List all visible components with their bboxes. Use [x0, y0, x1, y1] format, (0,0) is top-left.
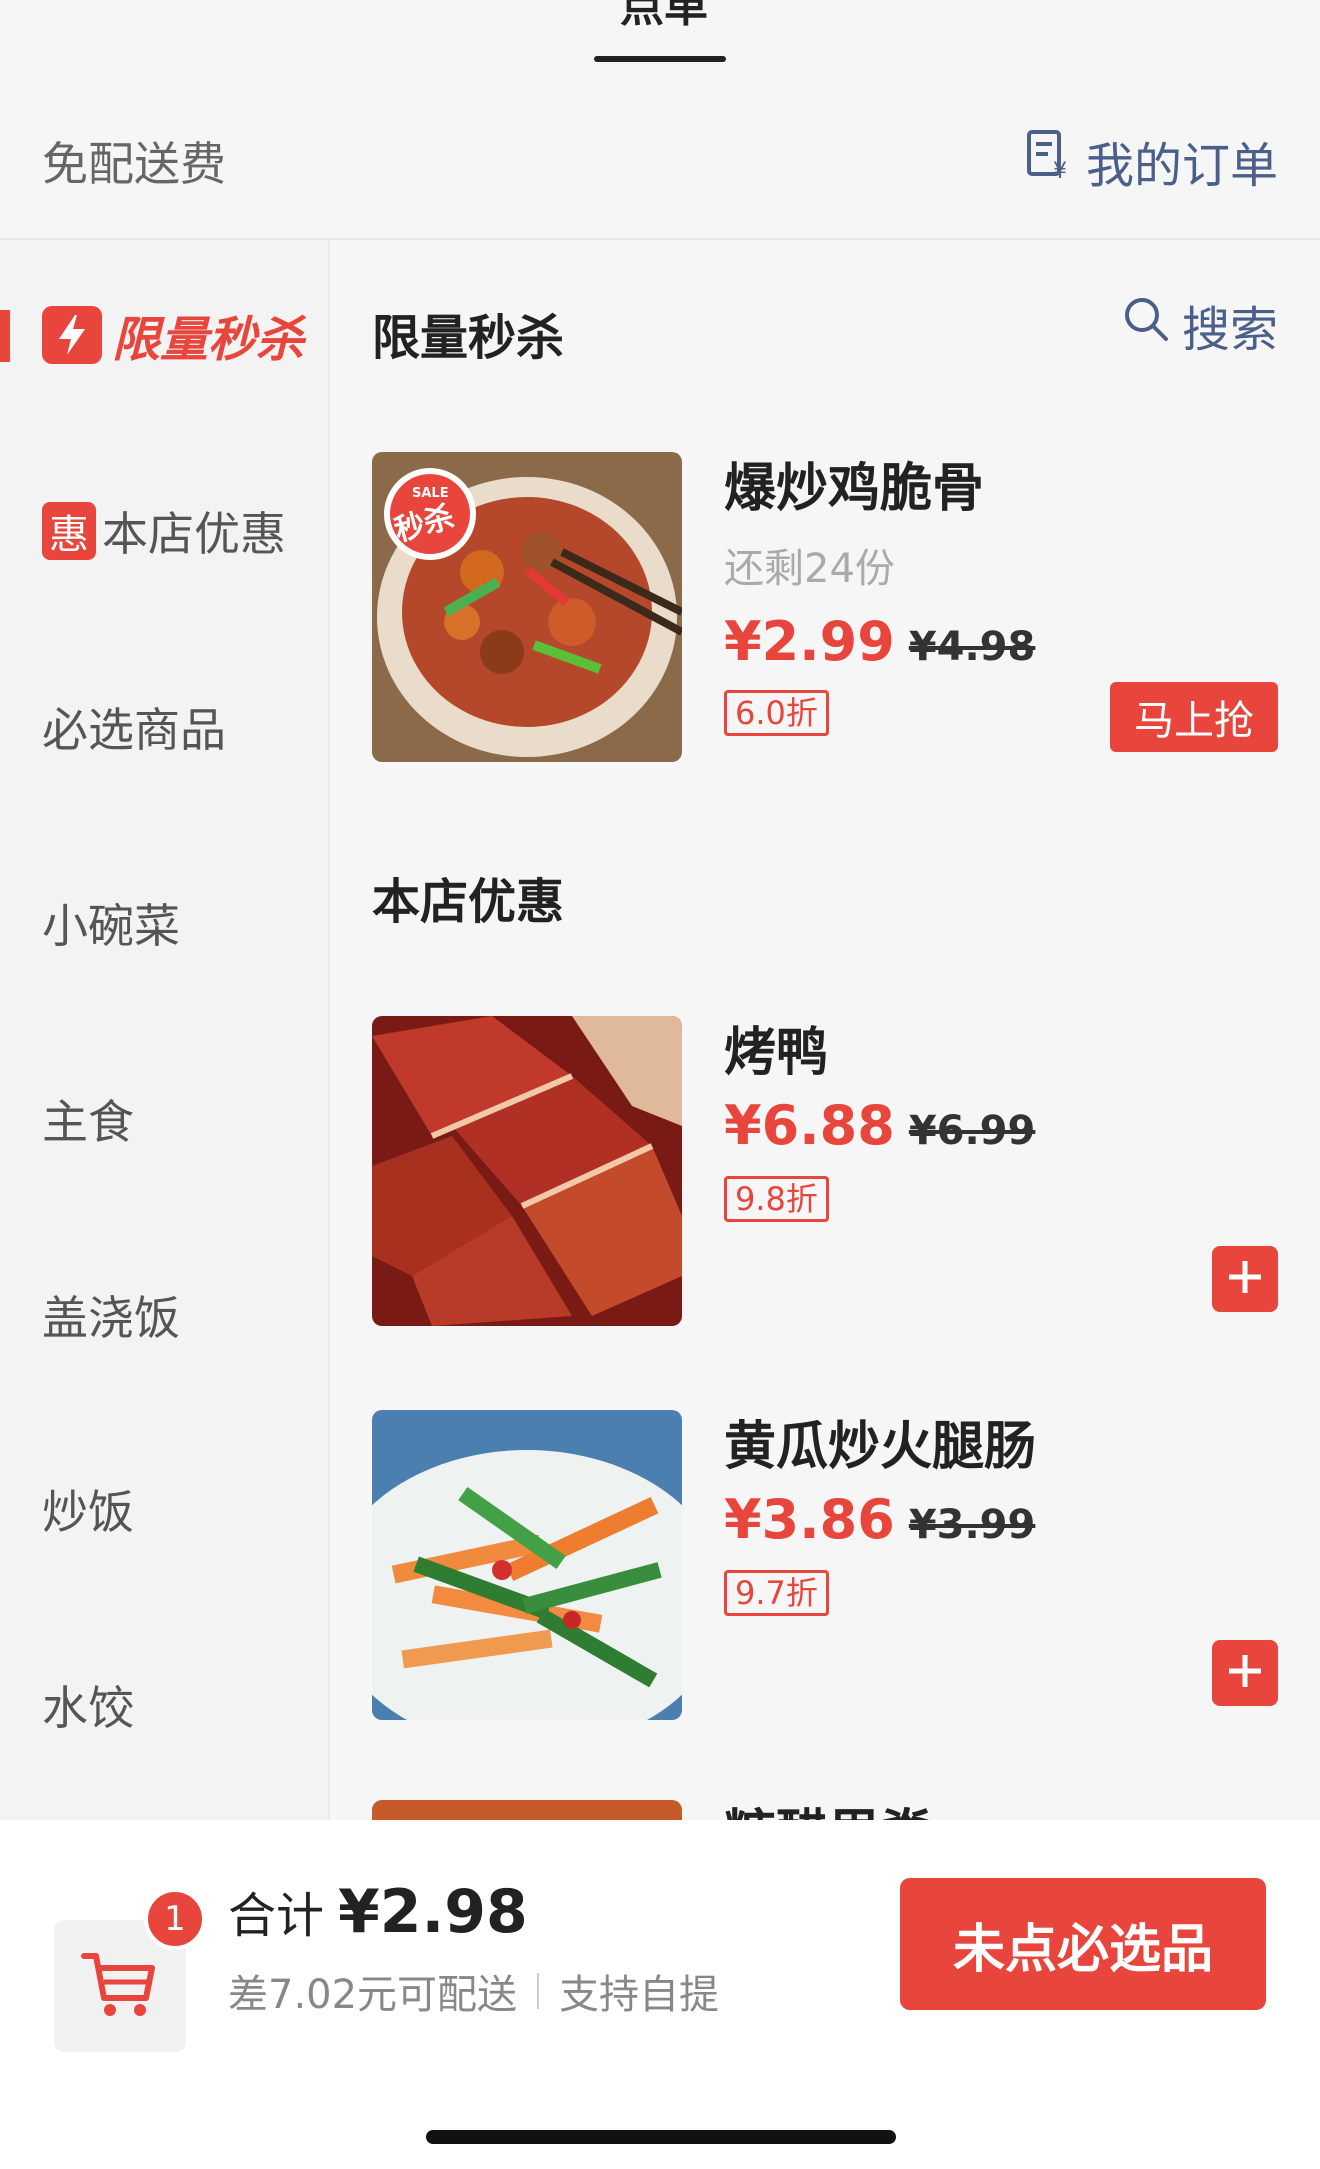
order-page: 点单 免配送费 ¥ 我的订单 限量秒杀 惠 本店优惠 必选商品 小碗菜 主食 盖…	[0, 0, 1320, 2169]
sidebar-item-label: 主食	[42, 1095, 134, 1149]
cart-bar: 1 合计 ¥2.98 差7.02元可配送 支持自提 未点必选品	[0, 1820, 1320, 2169]
lightning-icon	[42, 306, 102, 364]
product-image	[372, 1410, 682, 1720]
my-orders-link[interactable]: ¥ 我的订单	[1026, 126, 1278, 196]
stock-remaining: 还剩24份	[724, 546, 895, 592]
product-name-partial: 糖醋里脊	[724, 1792, 932, 1820]
cart-notes: 差7.02元可配送 支持自提	[228, 1962, 719, 2020]
search-icon	[1122, 295, 1170, 355]
delivery-gap-note: 差7.02元可配送	[228, 1972, 518, 2018]
sidebar-item-label: 水饺	[42, 1681, 134, 1735]
sidebar-item-label: 必选商品	[42, 703, 226, 757]
my-orders-label: 我的订单	[1085, 138, 1278, 194]
checkout-button[interactable]: 未点必选品	[900, 1878, 1266, 2010]
sidebar-item-flash-sale[interactable]: 限量秒杀	[0, 280, 330, 390]
product-name: 烤鸭	[724, 1023, 829, 1083]
svg-text:¥: ¥	[1053, 159, 1067, 181]
delivery-fee-label: 免配送费	[42, 137, 226, 191]
product-image: SALE 秒杀	[372, 452, 682, 762]
product-image	[372, 1016, 682, 1326]
top-tab-bar: 点单	[0, 0, 1320, 90]
price-row: ¥2.99 ¥4.98	[724, 610, 1035, 673]
search-label: 搜索	[1181, 302, 1278, 358]
price-row: ¥3.86 ¥3.99	[724, 1488, 1035, 1551]
original-price: ¥6.99	[908, 1108, 1036, 1154]
tab-order[interactable]: 点单	[620, 0, 708, 34]
sale-price: ¥2.99	[724, 610, 895, 673]
original-price: ¥4.98	[908, 624, 1036, 670]
order-list-icon: ¥	[1026, 129, 1072, 193]
pickup-note: 支持自提	[559, 1972, 720, 2018]
grab-now-button[interactable]: 马上抢	[1110, 682, 1278, 752]
product-card[interactable]: 黄瓜炒火腿肠 ¥3.86 ¥3.99 9.7折	[372, 1410, 1278, 1720]
sidebar-item-fried-rice[interactable]: 炒饭	[0, 1454, 330, 1564]
sidebar-item-store-deals[interactable]: 惠 本店优惠	[0, 476, 330, 586]
deal-badge: 惠	[42, 502, 96, 560]
product-image-partial	[372, 1800, 682, 1820]
divider	[537, 1973, 540, 2009]
cart-icon	[80, 1948, 160, 2024]
total-value: ¥2.98	[338, 1877, 528, 1947]
cart-total: 合计 ¥2.98	[228, 1876, 528, 1947]
info-bar: 免配送费 ¥ 我的订单	[0, 90, 1320, 240]
sidebar-item-label: 限量秒杀	[112, 312, 305, 368]
sale-badge-small: SALE	[412, 486, 449, 501]
sidebar-item-label: 小碗菜	[42, 899, 180, 953]
section-title-store-deals: 本店优惠	[372, 874, 565, 930]
product-name: 黄瓜炒火腿肠	[724, 1417, 1037, 1477]
discount-tag: 9.8折	[724, 1176, 829, 1222]
product-card[interactable]: SALE 秒杀 爆炒鸡脆骨 还剩24份 ¥2.99 ¥4.98 6.0折 马上抢	[372, 452, 1278, 762]
product-card[interactable]: 烤鸭 ¥6.88 ¥6.99 9.8折	[372, 1016, 1278, 1326]
discount-tag: 6.0折	[724, 690, 829, 736]
plus-icon	[1225, 1651, 1265, 1695]
sidebar-item-rice-bowl[interactable]: 盖浇饭	[0, 1260, 330, 1370]
price-row: ¥6.88 ¥6.99	[724, 1094, 1035, 1157]
total-label: 合计	[228, 1888, 325, 1944]
tab-underline	[594, 56, 726, 62]
sidebar-item-label: 本店优惠	[102, 507, 286, 561]
category-sidebar: 限量秒杀 惠 本店优惠 必选商品 小碗菜 主食 盖浇饭 炒饭 水饺	[0, 240, 330, 1820]
sidebar-item-label: 炒饭	[42, 1485, 134, 1539]
sale-price: ¥3.86	[724, 1488, 895, 1551]
discount-tag: 9.7折	[724, 1570, 829, 1616]
sidebar-item-required[interactable]: 必选商品	[0, 672, 330, 782]
sidebar-item-small-dishes[interactable]: 小碗菜	[0, 868, 330, 978]
add-to-cart-button[interactable]	[1212, 1246, 1278, 1312]
sale-price: ¥6.88	[724, 1094, 895, 1157]
active-indicator	[0, 310, 10, 362]
search-button[interactable]: 搜索	[1122, 290, 1278, 360]
sidebar-item-label: 盖浇饭	[42, 1291, 180, 1345]
sidebar-item-dumplings[interactable]: 水饺	[0, 1650, 330, 1760]
original-price: ¥3.99	[908, 1502, 1036, 1548]
add-to-cart-button[interactable]	[1212, 1640, 1278, 1706]
cart-count-badge: 1	[144, 1888, 206, 1950]
sidebar-item-staple[interactable]: 主食	[0, 1064, 330, 1174]
section-title-flash-sale: 限量秒杀	[372, 310, 565, 366]
plus-icon	[1225, 1257, 1265, 1301]
product-name: 爆炒鸡脆骨	[724, 459, 985, 519]
home-indicator	[426, 2130, 896, 2144]
